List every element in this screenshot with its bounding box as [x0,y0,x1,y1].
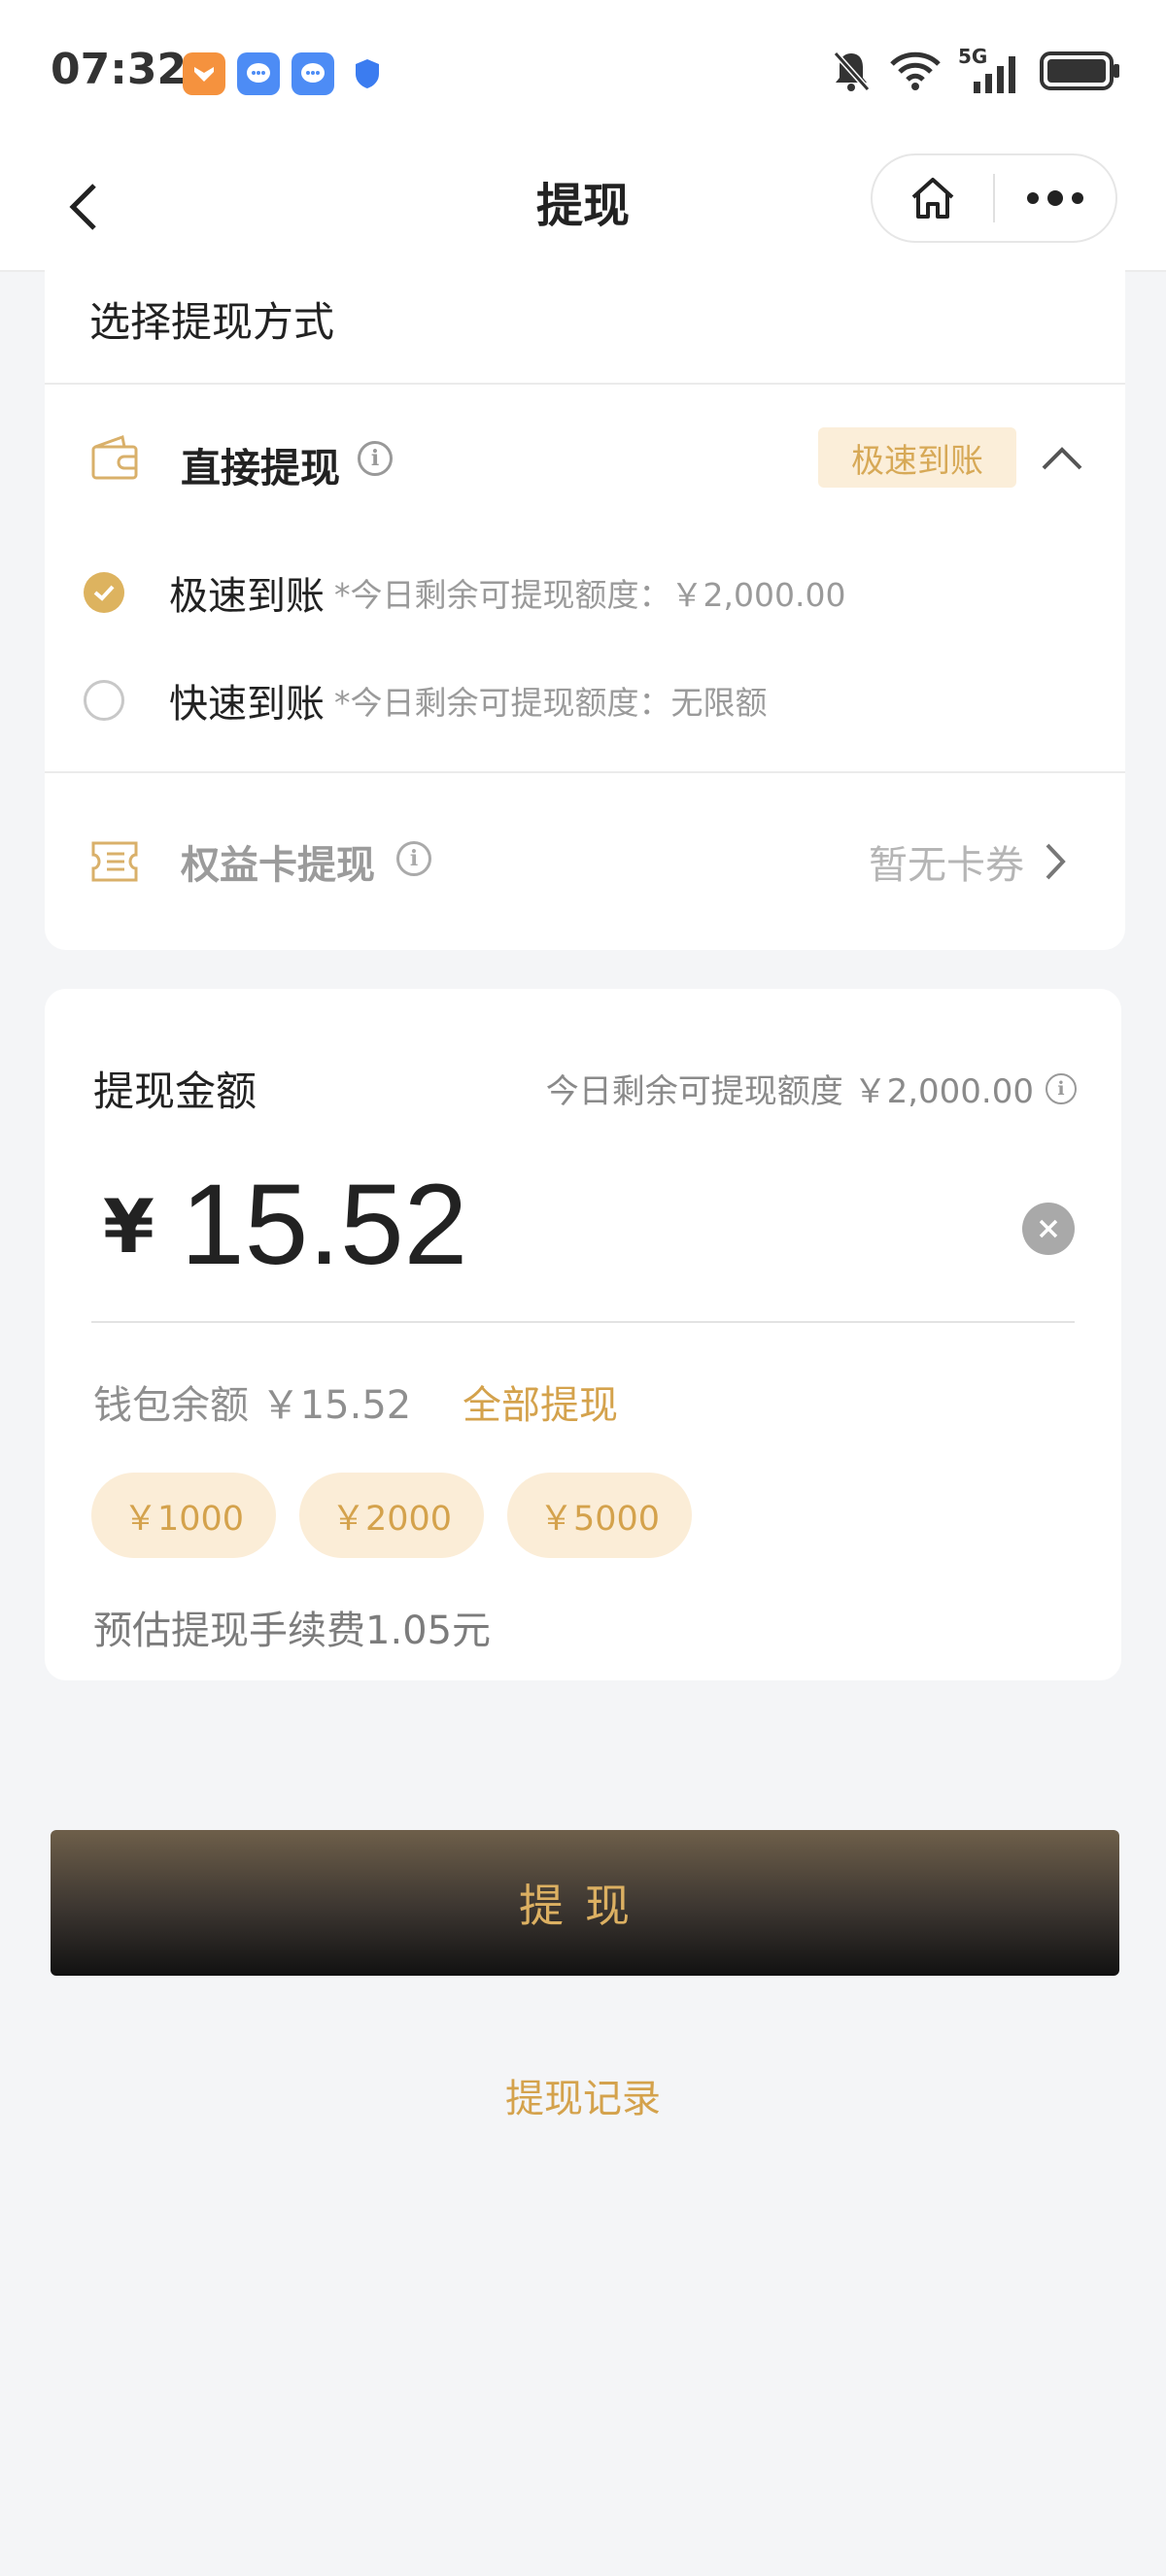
withdraw-all-link[interactable]: 全部提现 [463,1373,618,1430]
wifi-icon [890,51,941,90]
amount-input[interactable] [181,1162,919,1288]
quick-amount-chip[interactable]: ￥2000 [299,1473,484,1558]
status-icons: 5G [830,45,1121,93]
withdraw-method-card: 选择提现方式 直接提现 i 极速到账 极速到账 *今日剩余可提现额度：￥2,00… [45,270,1125,950]
card-withdraw-title: 权益卡提现 [181,843,375,888]
divider [45,771,1125,773]
chevron-up-icon [1042,447,1082,470]
daily-limit-text: 今日剩余可提现额度 ￥2,000.00 [545,1072,1034,1111]
radio-unchecked[interactable] [84,680,124,721]
message-notification-icon [237,52,280,95]
card-coupon-entry[interactable]: 暂无卡券 [869,833,1067,890]
quick-amount-chip[interactable]: ￥5000 [507,1473,692,1558]
option-note: *今日剩余可提现额度：无限额 [334,684,768,722]
info-icon[interactable]: i [358,441,393,476]
divider [45,383,1125,385]
status-bar: 07:32 5G [0,0,1166,146]
check-icon [93,585,115,601]
more-button[interactable] [995,155,1115,241]
option-fast-arrival[interactable]: 极速到账 *今日剩余可提现额度：￥2,000.00 [84,564,845,621]
quick-amount-chip[interactable]: ￥1000 [91,1473,276,1558]
info-icon[interactable]: i [396,841,431,876]
clear-button[interactable] [1022,1203,1075,1255]
mini-program-capsule [871,153,1117,243]
direct-withdraw-title: 直接提现 [181,445,340,491]
app-notification-icon [183,52,225,95]
wallet-balance: 钱包余额 ￥15.52 [93,1383,412,1428]
wallet-icon [91,435,138,480]
clear-icon [1039,1219,1058,1238]
message-notification-icon [292,52,334,95]
nav-bar: 提现 [0,146,1166,272]
withdraw-records-link[interactable]: 提现记录 [0,2067,1166,2123]
more-dots-icon [1027,190,1083,206]
option-note: *今日剩余可提现额度：￥2,000.00 [334,576,846,614]
bell-off-icon [833,51,871,91]
option-quick-arrival[interactable]: 快速到账 *今日剩余可提现额度：无限额 [84,672,768,729]
withdraw-amount-card: 提现金额 今日剩余可提现额度 ￥2,000.00 i ¥ 钱包余额 ￥15.52… [45,989,1121,1680]
chevron-right-icon [1046,843,1066,880]
home-button[interactable] [873,155,993,241]
back-arrow-icon [69,184,96,230]
withdraw-button[interactable]: 提现 [51,1830,1119,1976]
section-heading: 选择提现方式 [89,298,335,346]
speed-badge: 极速到账 [818,427,1016,488]
option-label: 快速到账 [169,682,325,727]
amount-title: 提现金额 [93,1068,257,1115]
info-icon[interactable]: i [1046,1072,1077,1104]
daily-limit: 今日剩余可提现额度 ￥2,000.00 i [546,1065,1077,1112]
fee-estimate: 预估提现手续费1.05元 [93,1609,492,1653]
collapse-toggle[interactable] [1036,435,1088,482]
home-icon [911,178,954,219]
back-button[interactable] [54,173,113,241]
radio-checked[interactable] [84,572,124,613]
currency-symbol: ¥ [103,1183,154,1270]
status-time: 07:32 [51,45,188,94]
battery-icon [1040,51,1119,90]
signal-icon: 5G [958,45,1022,93]
ticket-card-icon [91,841,138,882]
quick-amounts: ￥1000 ￥2000 ￥5000 [91,1473,692,1558]
shield-icon [346,52,389,95]
card-status: 暂无卡券 [869,843,1024,888]
option-label: 极速到账 [169,574,325,619]
amount-underline [91,1321,1075,1323]
